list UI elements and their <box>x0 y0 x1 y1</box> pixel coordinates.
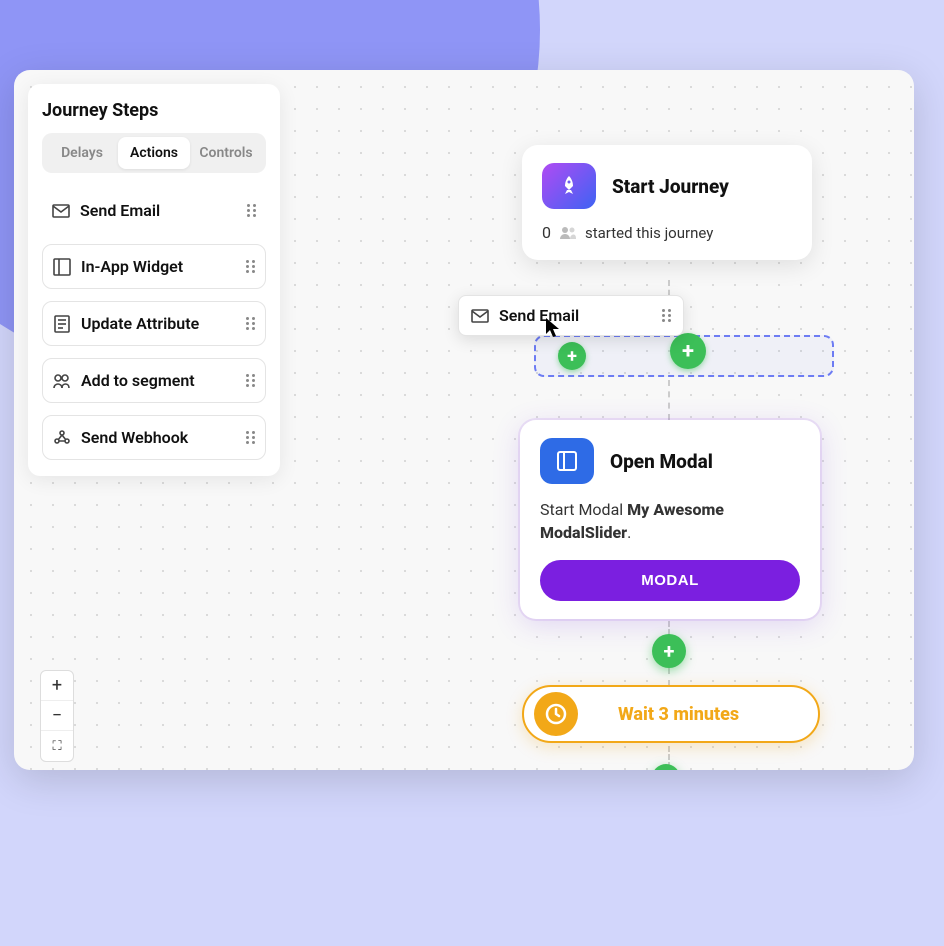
journey-editor-window: Journey Steps Delays Actions Controls Se… <box>14 70 914 770</box>
drag-handle-icon[interactable] <box>246 374 255 387</box>
node-title: Start Journey <box>612 175 729 198</box>
modal-description: Start Modal My Awesome ModalSlider. <box>540 498 800 544</box>
step-list: Send Email In-App Widget Update Attribut… <box>42 189 266 460</box>
drag-handle-icon[interactable] <box>246 317 255 330</box>
drag-handle-icon[interactable] <box>246 431 255 444</box>
start-subtitle: 0 started this journey <box>542 223 792 242</box>
drag-handle-icon[interactable] <box>247 204 256 217</box>
drop-zone[interactable]: + + <box>534 335 834 377</box>
tab-delays[interactable]: Delays <box>46 137 118 169</box>
mail-icon <box>471 307 489 325</box>
step-update-attribute[interactable]: Update Attribute <box>42 301 266 346</box>
zoom-in-button[interactable]: + <box>41 671 73 701</box>
modal-icon <box>540 438 594 484</box>
dragging-step-card[interactable]: Send Email <box>458 295 684 336</box>
widget-icon <box>53 258 71 276</box>
zoom-out-button[interactable]: − <box>41 701 73 731</box>
drag-handle-icon <box>662 309 671 322</box>
tab-controls[interactable]: Controls <box>190 137 262 169</box>
webhook-icon <box>53 429 71 447</box>
drag-card-label: Send Email <box>499 306 652 325</box>
tab-actions[interactable]: Actions <box>118 137 190 169</box>
connector-line <box>668 668 670 686</box>
node-open-modal[interactable]: Open Modal Start Modal My Awesome ModalS… <box>520 420 820 619</box>
step-send-email[interactable]: Send Email <box>42 189 266 232</box>
rocket-icon <box>542 163 596 209</box>
segment-icon <box>53 372 71 390</box>
plus-icon: + <box>670 333 706 369</box>
connector-line <box>668 380 670 420</box>
clock-icon <box>534 692 578 736</box>
journey-steps-panel: Journey Steps Delays Actions Controls Se… <box>28 84 280 476</box>
panel-title: Journey Steps <box>42 100 266 121</box>
users-icon <box>559 226 577 240</box>
step-send-webhook[interactable]: Send Webhook <box>42 415 266 460</box>
node-start-journey[interactable]: Start Journey 0 started this journey <box>522 145 812 260</box>
node-title: Open Modal <box>610 450 713 473</box>
cursor-icon <box>546 318 562 338</box>
start-count: 0 <box>542 223 551 242</box>
wait-label: Wait 3 minutes <box>618 704 739 725</box>
start-subtitle-text: started this journey <box>585 224 713 242</box>
step-label: Send Webhook <box>81 428 236 447</box>
step-add-to-segment[interactable]: Add to segment <box>42 358 266 403</box>
modal-button[interactable]: MODAL <box>540 560 800 601</box>
plus-icon: + <box>558 342 586 370</box>
drag-handle-icon[interactable] <box>246 260 255 273</box>
step-label: Update Attribute <box>81 314 236 333</box>
zoom-fit-button[interactable]: ⛶ <box>41 731 73 761</box>
steps-tabs: Delays Actions Controls <box>42 133 266 173</box>
add-step-button[interactable]: + <box>652 634 686 668</box>
attribute-icon <box>53 315 71 333</box>
step-in-app-widget[interactable]: In-App Widget <box>42 244 266 289</box>
step-label: Send Email <box>80 201 237 220</box>
node-wait[interactable]: Wait 3 minutes <box>522 685 820 743</box>
zoom-controls: + − ⛶ <box>40 670 74 762</box>
step-label: In-App Widget <box>81 257 236 276</box>
step-label: Add to segment <box>81 371 236 390</box>
mail-icon <box>52 202 70 220</box>
